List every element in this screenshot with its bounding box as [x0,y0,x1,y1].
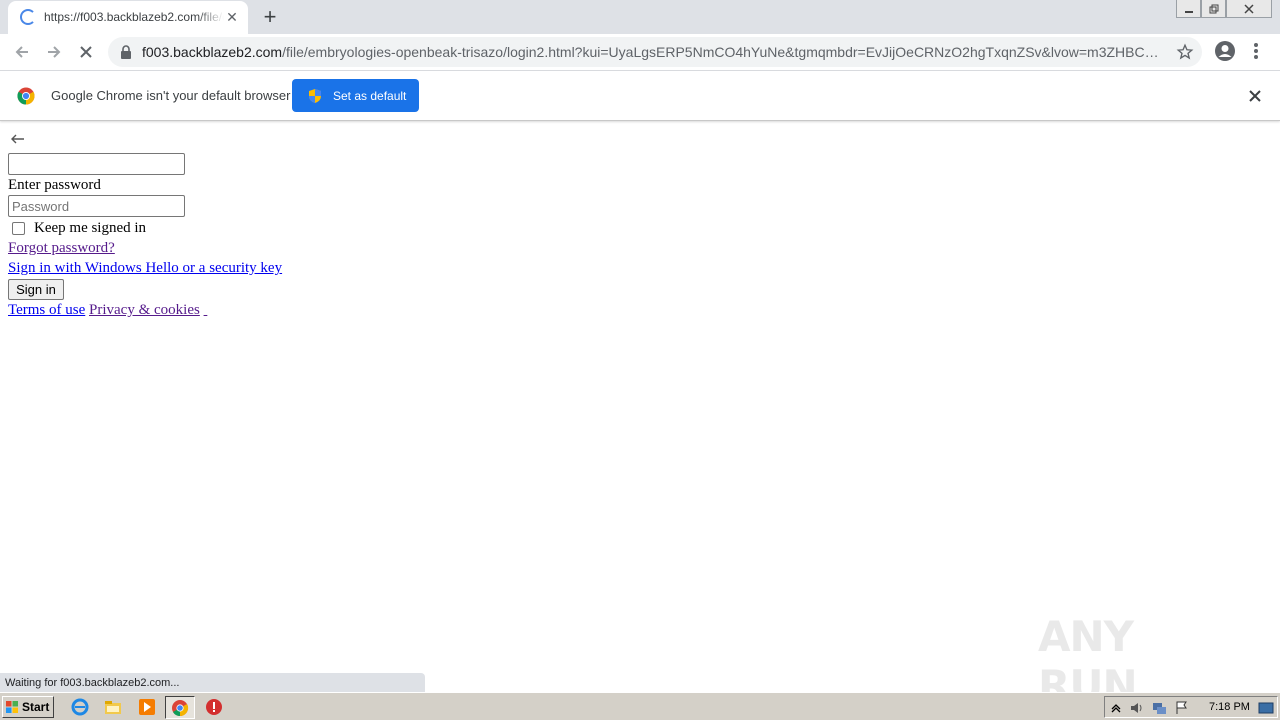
volume-icon[interactable] [1129,700,1145,716]
url-host: f003.backblazeb2.com [142,44,283,60]
privacy-cookies-link[interactable]: Privacy & cookies [89,302,200,318]
windows-hello-link[interactable]: Sign in with Windows Hello or a security… [8,260,282,276]
keep-signed-in-row[interactable]: Keep me signed in [8,218,146,238]
address-bar[interactable]: f003.backblazeb2.com/file/embryologies-o… [108,37,1202,67]
email-input[interactable] [8,153,185,175]
taskbar-clock[interactable]: 7:18 PM [1209,701,1250,713]
stop-sign-icon[interactable] [205,698,223,716]
tab-close-icon[interactable]: ✕ [224,9,240,25]
status-bubble: Waiting for f003.backblazeb2.com... [0,673,425,692]
tab-active[interactable]: https://f003.backblazeb2.com/file/embryo… [8,1,248,34]
close-icon [1244,3,1254,14]
terms-of-use-link[interactable]: Terms of use [8,302,85,318]
default-browser-infobar: Google Chrome isn't your default browser… [0,71,1280,121]
browser-toolbar: f003.backblazeb2.com/file/embryologies-o… [0,34,1280,71]
new-tab-button[interactable]: + [258,6,282,30]
menu-dots-icon[interactable] [1252,40,1260,62]
arrow-left-icon [15,46,28,58]
action-center-flag-icon[interactable] [1174,700,1190,716]
chrome-logo-icon [17,87,35,105]
arrow-right-icon [48,46,61,58]
stop-loading-button[interactable] [74,40,98,64]
anyrun-watermark: ANY RUN [1038,612,1234,710]
sign-in-button[interactable]: Sign in [8,279,64,300]
internet-explorer-icon[interactable] [71,698,89,716]
url-path: /file/embryologies-openbeak-trisazo/logi… [282,44,1162,60]
loading-spinner-icon [20,9,36,25]
tab-strip: https://f003.backblazeb2.com/file/embryo… [0,0,1280,34]
set-as-default-label: Set as default [333,88,407,103]
keep-signed-in-label: Keep me signed in [34,219,147,236]
window-close-button[interactable] [1226,0,1272,18]
window-controls [1176,0,1272,18]
chrome-taskbar-icon [172,700,189,717]
shield-icon [309,88,321,103]
start-label: Start [22,700,50,714]
back-arrow-icon[interactable] [10,133,26,145]
windows-taskbar: Start 7:18 PM [0,692,1280,720]
restore-icon [1209,4,1218,13]
tab-title: https://f003.backblazeb2.com/file/embryo… [44,10,224,24]
network-icon[interactable] [1151,700,1167,716]
stop-icon [80,46,92,58]
infobar-message: Google Chrome isn't your default browser [51,88,291,103]
back-button[interactable] [10,40,34,64]
keep-signed-in-checkbox[interactable] [12,221,25,235]
media-player-icon[interactable] [138,698,156,716]
infobar-close-icon[interactable] [1247,88,1263,104]
password-label: Enter password [8,177,101,193]
lock-icon[interactable] [120,45,132,59]
taskbar-chrome-button[interactable] [165,696,195,719]
bookmark-star-icon[interactable] [1176,43,1194,61]
tray-expand-icon[interactable] [1108,700,1124,716]
show-desktop-icon[interactable] [1258,700,1274,716]
page-content: Enter password Keep me signed in Forgot … [0,122,1280,672]
start-button[interactable]: Start [2,696,54,718]
trailing-link[interactable] [204,302,208,318]
forward-button[interactable] [42,40,66,64]
forgot-password-link[interactable]: Forgot password? [8,240,115,256]
system-tray: 7:18 PM [1104,696,1278,718]
file-explorer-icon[interactable] [104,698,122,716]
restore-button[interactable] [1201,0,1226,18]
minimize-icon [1184,10,1193,13]
footer-links: Terms of use Privacy & cookies [8,301,207,319]
windows-flag-icon [6,701,18,713]
profile-avatar-icon[interactable] [1214,40,1236,62]
minimize-button[interactable] [1176,0,1201,18]
set-as-default-button[interactable]: Set as default [292,79,419,112]
password-input[interactable] [8,195,185,217]
url-text[interactable]: f003.backblazeb2.com/file/embryologies-o… [142,44,1162,60]
